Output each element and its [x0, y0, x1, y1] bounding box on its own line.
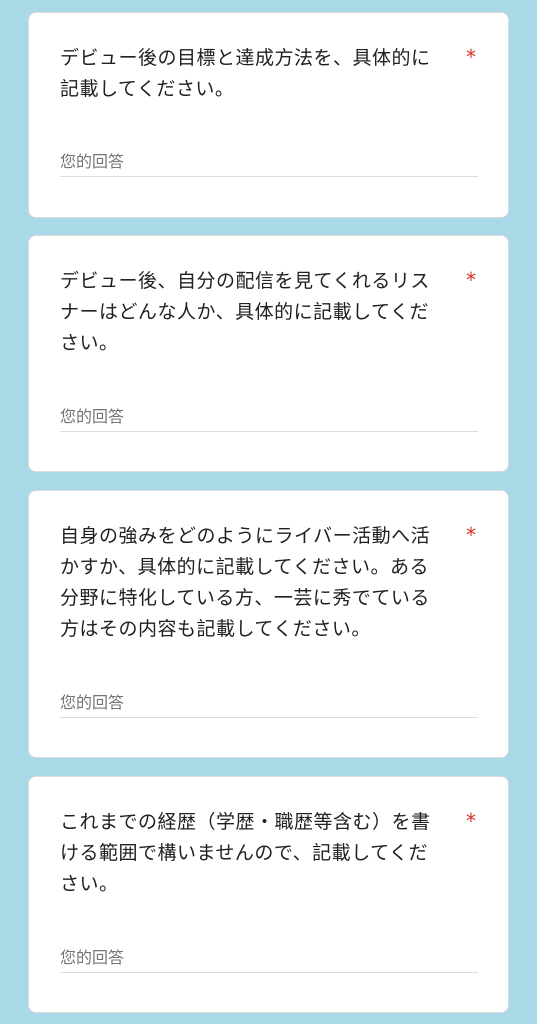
question-card: 自身の強みをどのようにライバー活動へ活かすか、具体的に記載してください。ある分野… [28, 490, 509, 758]
question-title: デビュー後、自分の配信を見てくれるリスナーはどんな人か、具体的に記載してください… [60, 270, 430, 354]
required-asterisk: * [466, 809, 476, 833]
answer-input[interactable] [60, 687, 478, 718]
question-card: デビュー後の目標と達成方法を、具体的に記載してください。 * [28, 12, 509, 218]
question-title: デビュー後の目標と達成方法を、具体的に記載してください。 [60, 47, 431, 100]
required-asterisk: * [466, 45, 476, 69]
required-asterisk: * [466, 268, 476, 292]
answer-input[interactable] [60, 942, 478, 973]
question-card: これまでの経歴（学歴・職歴等含む）を書ける範囲で構いませんので、記載してください… [28, 776, 509, 1013]
question-card: デビュー後、自分の配信を見てくれるリスナーはどんな人か、具体的に記載してください… [28, 235, 509, 472]
question-title: これまでの経歴（学歴・職歴等含む）を書ける範囲で構いませんので、記載してください… [60, 811, 431, 895]
required-asterisk: * [466, 523, 476, 547]
answer-input[interactable] [60, 146, 478, 177]
answer-input[interactable] [60, 401, 478, 432]
question-title: 自身の強みをどのようにライバー活動へ活かすか、具体的に記載してください。ある分野… [60, 525, 431, 640]
